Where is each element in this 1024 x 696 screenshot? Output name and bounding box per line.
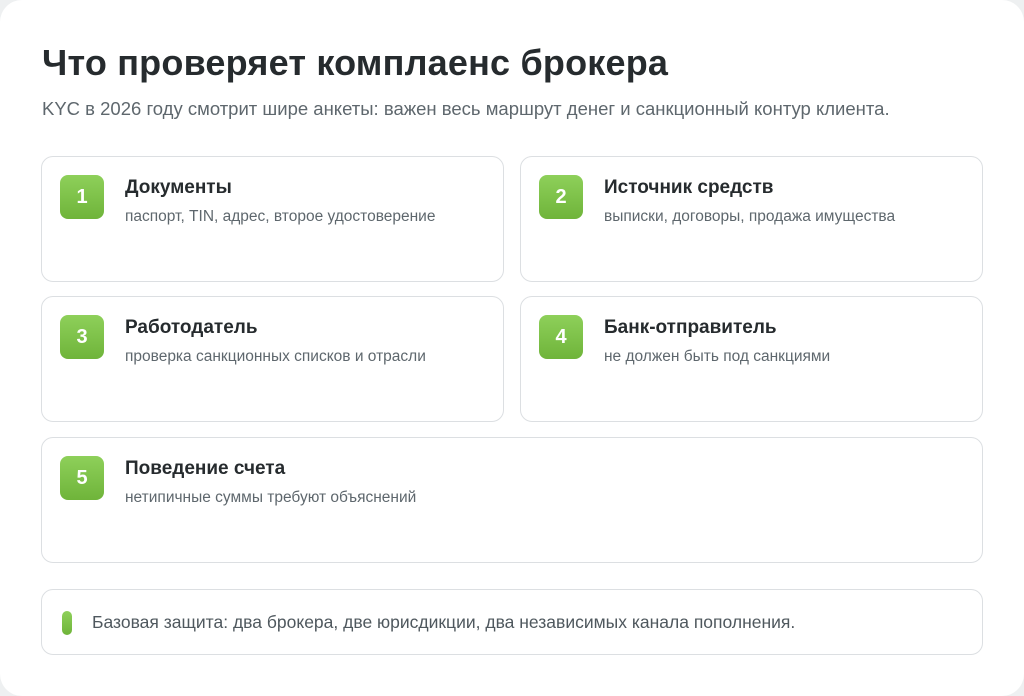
card-title: Источник средств bbox=[604, 177, 774, 198]
base-protection-note: Базовая защита: два брокера, две юрисдик… bbox=[41, 589, 983, 655]
card-description: выписки, договоры, продажа имущества bbox=[604, 208, 896, 225]
card-employer: 3 Работодатель проверка санкционных спис… bbox=[41, 296, 504, 422]
card-title: Работодатель bbox=[125, 317, 258, 338]
accent-bar bbox=[62, 611, 72, 635]
card-description: паспорт, TIN, адрес, второе удостоверени… bbox=[125, 208, 436, 225]
card-number-badge: 1 bbox=[60, 175, 104, 219]
card-sender-bank: 4 Банк-отправитель не должен быть под са… bbox=[520, 296, 983, 422]
main-panel: Что проверяет комплаенс брокера KYC в 20… bbox=[0, 0, 1024, 696]
card-source-of-funds: 2 Источник средств выписки, договоры, пр… bbox=[520, 156, 983, 282]
card-number-badge: 5 bbox=[60, 456, 104, 500]
page-subtitle: KYC в 2026 году смотрит шире анкеты: важ… bbox=[42, 98, 890, 119]
card-documents: 1 Документы паспорт, TIN, адрес, второе … bbox=[41, 156, 504, 282]
card-title: Документы bbox=[125, 177, 232, 198]
page-title: Что проверяет комплаенс брокера bbox=[42, 42, 669, 83]
card-description: нетипичные суммы требуют объяснений bbox=[125, 489, 417, 506]
card-account-behavior: 5 Поведение счета нетипичные суммы требу… bbox=[41, 437, 983, 563]
card-description: проверка санкционных списков и отрасли bbox=[125, 348, 426, 365]
card-number-badge: 4 bbox=[539, 315, 583, 359]
card-number-badge: 3 bbox=[60, 315, 104, 359]
note-text: Базовая защита: два брокера, две юрисдик… bbox=[92, 612, 796, 632]
card-description: не должен быть под санкциями bbox=[604, 348, 831, 365]
card-title: Банк-отправитель bbox=[604, 317, 777, 338]
card-title: Поведение счета bbox=[125, 458, 286, 479]
card-number-badge: 2 bbox=[539, 175, 583, 219]
